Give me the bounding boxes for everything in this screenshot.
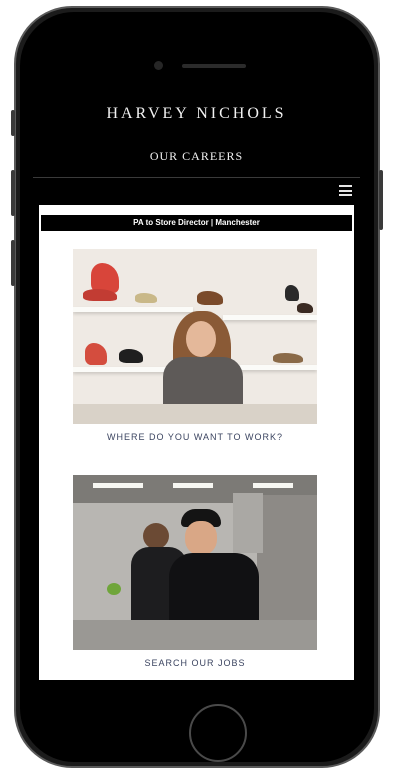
main-content: PA to Store Director | Manchester WHERE … (39, 205, 354, 680)
page-title[interactable]: OUR CAREERS (33, 149, 360, 164)
header-divider (33, 177, 360, 178)
store-photo[interactable] (73, 249, 317, 424)
card-caption[interactable]: SEARCH OUR JOBS (73, 658, 317, 668)
kitchen-photo[interactable] (73, 475, 317, 650)
front-camera (154, 61, 163, 70)
mute-switch (11, 110, 15, 136)
home-button[interactable] (189, 704, 247, 762)
card-caption[interactable]: WHERE DO YOU WANT TO WORK? (73, 432, 317, 442)
earpiece-speaker (182, 64, 246, 68)
brand-logo[interactable]: HARVEY NICHOLS (33, 105, 360, 123)
hamburger-menu-icon[interactable] (339, 185, 352, 196)
volume-up-button (11, 170, 15, 216)
job-title-bar[interactable]: PA to Store Director | Manchester (41, 215, 352, 231)
card-where-to-work[interactable]: WHERE DO YOU WANT TO WORK? (73, 249, 317, 442)
volume-down-button (11, 240, 15, 286)
card-search-jobs[interactable]: SEARCH OUR JOBS (73, 475, 317, 668)
power-button (379, 170, 383, 230)
phone-screen: HARVEY NICHOLS OUR CAREERS PA to Store D… (33, 79, 360, 680)
